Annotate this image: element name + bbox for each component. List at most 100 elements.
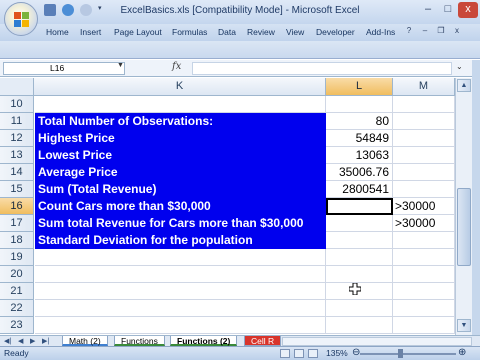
tab-developer[interactable]: Developer (316, 27, 355, 37)
vertical-scrollbar[interactable]: ▲ ▼ (455, 78, 472, 335)
next-sheet-icon[interactable]: ▶ (30, 337, 35, 345)
maximize-icon[interactable]: □ (438, 2, 458, 18)
row-header[interactable]: 18 (0, 232, 34, 249)
cell-l[interactable] (326, 300, 393, 317)
page-layout-view-icon[interactable] (294, 349, 304, 358)
row-header[interactable]: 17 (0, 215, 34, 232)
spreadsheet-grid[interactable]: K L M 10 11 Total Number of Observations: 8… (0, 78, 455, 335)
cell-k[interactable] (35, 249, 326, 266)
cell-k[interactable]: Count Cars more than $30,000 (35, 198, 326, 215)
cell-m[interactable] (393, 130, 455, 147)
row-header[interactable]: 11 (0, 113, 34, 130)
cell-m[interactable]: >30000 (393, 215, 455, 232)
prev-sheet-icon[interactable]: ◀ (18, 337, 23, 345)
close-icon[interactable]: x (458, 2, 478, 18)
cell-m[interactable] (393, 164, 455, 181)
row-header[interactable]: 16 (0, 198, 34, 215)
chevron-down-icon[interactable]: ▼ (117, 62, 124, 69)
cell-l[interactable] (326, 266, 393, 283)
workbook-restore-icon[interactable]: ❐ (436, 26, 446, 37)
cell-k[interactable]: Total Number of Observations: (35, 113, 326, 130)
cell-m[interactable] (393, 249, 455, 266)
zoom-level[interactable]: 135% (326, 348, 348, 358)
zoom-slider[interactable] (360, 353, 456, 355)
row-header[interactable]: 21 (0, 283, 34, 300)
cell-l[interactable] (326, 96, 393, 113)
scroll-up-icon[interactable]: ▲ (457, 79, 471, 92)
row-header[interactable]: 19 (0, 249, 34, 266)
select-all-corner[interactable] (0, 78, 34, 96)
cell-l[interactable] (326, 215, 393, 232)
zoom-slider-handle[interactable] (398, 349, 403, 358)
cell-m[interactable]: >30000 (393, 198, 455, 215)
row-header[interactable]: 20 (0, 266, 34, 283)
column-header-m[interactable]: M (393, 78, 455, 96)
row-header[interactable]: 12 (0, 130, 34, 147)
tab-insert[interactable]: Insert (80, 27, 101, 37)
cell-l[interactable] (326, 249, 393, 266)
help-icon[interactable]: ? (404, 26, 414, 37)
cell-m[interactable] (393, 300, 455, 317)
cell-l[interactable]: 80 (326, 113, 393, 130)
cell-m[interactable] (393, 283, 455, 300)
cell-l[interactable]: 54849 (326, 130, 393, 147)
tab-page-layout[interactable]: Page Layout (114, 27, 162, 37)
first-sheet-icon[interactable]: ◀| (4, 337, 11, 345)
tab-formulas[interactable]: Formulas (172, 27, 207, 37)
cell-k[interactable]: Average Price (35, 164, 326, 181)
tab-add-ins[interactable]: Add-Ins (366, 27, 395, 37)
row-header[interactable]: 10 (0, 96, 34, 113)
scroll-thumb[interactable] (457, 188, 471, 266)
row-header[interactable]: 13 (0, 147, 34, 164)
cell-m[interactable] (393, 147, 455, 164)
workbook-close-icon[interactable]: x (452, 26, 462, 37)
horizontal-scrollbar[interactable] (282, 337, 472, 346)
tab-review[interactable]: Review (247, 27, 275, 37)
workbook-minimize-icon[interactable]: – (420, 26, 430, 37)
cell-k[interactable]: Highest Price (35, 130, 326, 147)
cell-l[interactable]: 2800541 (326, 181, 393, 198)
sheet-tab-math-2[interactable]: Math (2) (62, 336, 108, 346)
column-header-k[interactable]: K (34, 78, 326, 96)
zoom-in-icon[interactable]: ⊕ (458, 347, 466, 358)
cell-m[interactable] (393, 181, 455, 198)
row-header[interactable]: 23 (0, 317, 34, 334)
cell-k[interactable]: Sum total Revenue for Cars more than $30… (35, 215, 326, 232)
page-break-view-icon[interactable] (308, 349, 318, 358)
row-header[interactable]: 14 (0, 164, 34, 181)
cell-k[interactable]: Sum (Total Revenue) (35, 181, 326, 198)
name-box[interactable]: L16 (3, 62, 125, 75)
last-sheet-icon[interactable]: ▶| (42, 337, 49, 345)
cell-m[interactable] (393, 266, 455, 283)
insert-function-icon[interactable]: fx (172, 61, 181, 72)
sheet-tab-cell-r[interactable]: Cell R (244, 336, 282, 346)
cell-l[interactable]: 35006.76 (326, 164, 393, 181)
cell-l[interactable]: 13063 (326, 147, 393, 164)
office-button[interactable] (4, 2, 38, 36)
cell-k[interactable] (35, 283, 326, 300)
column-header-l[interactable]: L (326, 78, 393, 96)
sheet-tab-functions[interactable]: Functions (114, 336, 165, 346)
row-header[interactable]: 22 (0, 300, 34, 317)
cell-k[interactable]: Standard Deviation for the population (35, 232, 326, 249)
sheet-tab-functions-2[interactable]: Functions (2) (170, 336, 238, 346)
scroll-down-icon[interactable]: ▼ (457, 319, 471, 332)
tab-view[interactable]: View (286, 27, 304, 37)
cell-m[interactable] (393, 317, 455, 334)
cell-k[interactable]: Lowest Price (35, 147, 326, 164)
cell-k[interactable] (35, 317, 326, 334)
tab-data[interactable]: Data (218, 27, 236, 37)
expand-formula-bar-icon[interactable]: ⌄ (456, 62, 466, 75)
cell-l[interactable] (326, 232, 393, 249)
tab-home[interactable]: Home (46, 27, 69, 37)
active-cell[interactable] (326, 198, 393, 215)
cell-m[interactable] (393, 232, 455, 249)
cell-m[interactable] (393, 113, 455, 130)
normal-view-icon[interactable] (280, 349, 290, 358)
cell-k[interactable] (35, 266, 326, 283)
formula-input[interactable] (192, 62, 452, 75)
cell-l[interactable] (326, 317, 393, 334)
minimize-icon[interactable]: – (418, 2, 438, 18)
cell-m[interactable] (393, 96, 455, 113)
row-header[interactable]: 15 (0, 181, 34, 198)
